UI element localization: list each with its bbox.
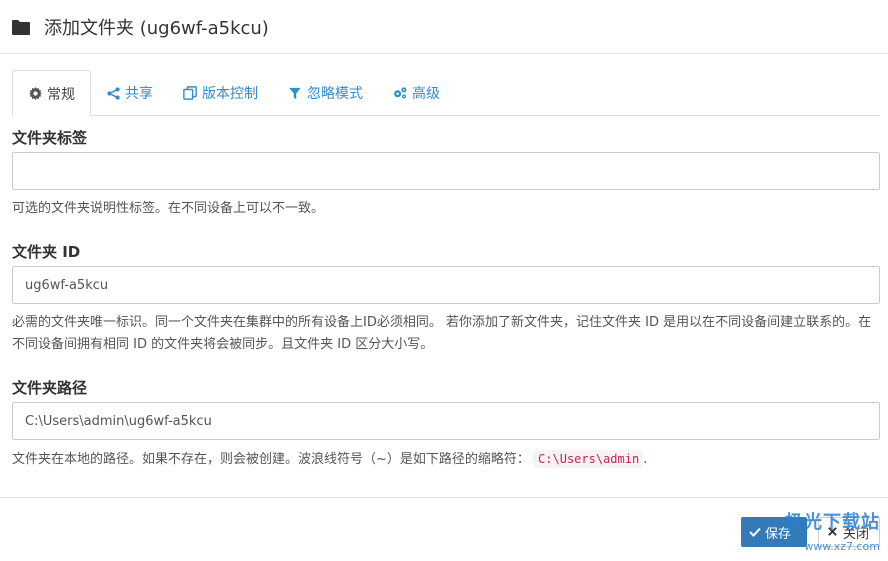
- folder-id-input[interactable]: [12, 266, 880, 304]
- folder-path-help: 文件夹在本地的路径。如果不存在，则会被创建。波浪线符号（~）是如下路径的缩略符：…: [12, 448, 880, 471]
- tab-ignore-patterns[interactable]: 忽略模式: [273, 70, 378, 116]
- folder-path-title: 文件夹路径: [12, 379, 88, 397]
- folder-label-input[interactable]: [12, 152, 880, 190]
- tab-advanced-label: 高级: [412, 86, 440, 102]
- close-icon: [827, 526, 839, 538]
- check-icon: [749, 526, 761, 538]
- modal-title: 添加文件夹 (ug6wf-a5kcu): [44, 17, 269, 39]
- tab-sharing-label: 共享: [125, 86, 153, 102]
- folder-id-help: 必需的文件夹唯一标识。同一个文件夹在集群中的所有设备上ID必须相同。 若你添加了…: [12, 315, 872, 352]
- tab-sharing[interactable]: 共享: [91, 70, 168, 116]
- save-button-label: 保存: [765, 526, 792, 542]
- share-icon: [106, 86, 120, 100]
- folder-path-help-suffix: .: [643, 452, 648, 467]
- tab-versioning-label: 版本控制: [202, 86, 258, 102]
- modal-footer: 保存 关闭: [0, 497, 888, 561]
- close-button[interactable]: 关闭: [818, 517, 880, 547]
- tab-versioning[interactable]: 版本控制: [168, 70, 273, 116]
- general-form: 文件夹标签 可选的文件夹说明性标签。在不同设备上可以不一致。 文件夹 ID 必需…: [12, 124, 880, 471]
- tab-general[interactable]: 常规: [12, 70, 91, 117]
- folder-id-title: 文件夹 ID: [12, 243, 81, 261]
- tab-advanced[interactable]: 高级: [378, 70, 455, 116]
- home-path-code: C:\Users\admin: [534, 450, 644, 468]
- gears-icon: [393, 86, 407, 100]
- filter-icon: [288, 86, 302, 100]
- folder-label-title: 文件夹标签: [12, 129, 88, 147]
- tab-ignore-patterns-label: 忽略模式: [307, 86, 363, 102]
- copy-icon: [183, 86, 197, 100]
- gear-icon: [28, 87, 42, 101]
- modal-header: 添加文件夹 (ug6wf-a5kcu): [0, 0, 888, 54]
- save-button[interactable]: 保存: [741, 517, 807, 547]
- close-button-label: 关闭: [843, 526, 870, 542]
- folder-path-help-text: 文件夹在本地的路径。如果不存在，则会被创建。波浪线符号（~）是如下路径的缩略符：: [12, 452, 530, 467]
- folder-icon: [12, 19, 30, 35]
- tab-bar: 常规 共享 版本控制 忽略模式 高级: [12, 70, 880, 117]
- tab-general-label: 常规: [47, 86, 75, 103]
- folder-label-help: 可选的文件夹说明性标签。在不同设备上可以不一致。: [12, 201, 325, 216]
- folder-path-input[interactable]: [12, 402, 880, 440]
